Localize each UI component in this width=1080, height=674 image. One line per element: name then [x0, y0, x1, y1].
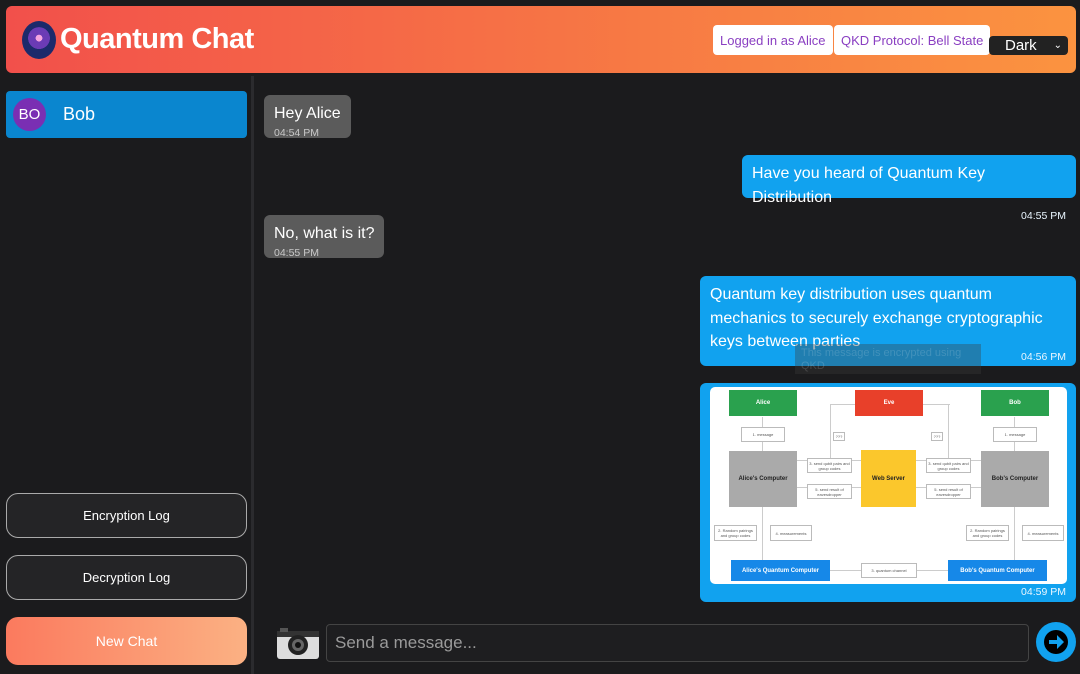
message-time: 04:54 PM [274, 126, 319, 139]
arrow-right-icon [1044, 630, 1068, 654]
new-chat-button[interactable]: New Chat [6, 617, 247, 665]
theme-select[interactable]: Dark ⌄ [989, 36, 1068, 55]
message-time: 04:55 PM [1021, 210, 1066, 222]
diagram-label: 4. measurements [770, 525, 812, 541]
encryption-tooltip: This message is encrypted using QKD [795, 344, 981, 374]
message-text: No, what is it? [274, 225, 375, 242]
avatar: BO [13, 98, 46, 131]
diagram-label: ??? [833, 432, 845, 441]
diagram-label: 5. send result of eavesdropper [807, 484, 852, 499]
qkd-diagram-image[interactable]: Alice Eve Bob 1. message 1. message ??? … [710, 387, 1067, 584]
diagram-label: ??? [931, 432, 943, 441]
diagram-label: 1. message [993, 427, 1037, 442]
diagram-label: 3. send qubit pairs and group codes [926, 458, 971, 473]
diagram-bob-quantum-computer: Bob's Quantum Computer [948, 560, 1047, 581]
encryption-log-button[interactable]: Encryption Log [6, 493, 247, 538]
send-button[interactable] [1036, 622, 1076, 662]
diagram-label: 4. measurements [1022, 525, 1064, 541]
theme-value: Dark [1005, 37, 1037, 54]
diagram-alice-computer: Alice's Computer [729, 451, 797, 507]
diagram-label: 2. Random pairings and group codes [714, 525, 757, 541]
diagram-label: 3. quantum channel [861, 563, 917, 578]
diagram-web-server: Web Server [861, 450, 916, 507]
message-time: 04:59 PM [1021, 586, 1066, 598]
sidebar: BO Bob Encryption Log Decryption Log New… [0, 76, 254, 674]
diagram-label: 2. Random pairings and group codes [966, 525, 1009, 541]
decryption-log-button[interactable]: Decryption Log [6, 555, 247, 600]
message-text: Hey Alice [274, 105, 341, 122]
message-time: 04:55 PM [274, 246, 319, 259]
message-incoming: Hey Alice 04:54 PM [264, 95, 351, 139]
app-header: Quantum Chat Logged in as Alice QKD Prot… [6, 6, 1076, 73]
diagram-label: 3. send qubit pairs and group codes [807, 458, 852, 473]
contact-name: Bob [63, 104, 96, 124]
app-title: Quantum Chat [60, 23, 254, 55]
message-text: Have you heard of Quantum Key Distributi… [752, 165, 986, 206]
message-input[interactable]: Send a message... [326, 624, 1029, 662]
quantum-chat-logo-icon [22, 20, 56, 59]
diagram-bob: Bob [981, 390, 1049, 416]
camera-icon[interactable] [276, 626, 320, 660]
message-input-placeholder: Send a message... [335, 633, 477, 652]
diagram-bob-computer: Bob's Computer [981, 451, 1049, 507]
diagram-alice: Alice [729, 390, 797, 416]
message-text: Quantum key distribution uses quantum me… [710, 286, 1043, 350]
contact-item-bob[interactable]: BO Bob [6, 91, 247, 138]
diagram-label: 1. message [741, 427, 785, 442]
diagram-eve: Eve [855, 390, 923, 416]
diagram-label: 5. send result of eavesdropper [926, 484, 971, 499]
message-incoming: No, what is it? 04:55 PM [264, 215, 385, 259]
diagram-alice-quantum-computer: Alice's Quantum Computer [731, 560, 830, 581]
logged-in-badge[interactable]: Logged in as Alice [713, 25, 833, 55]
chevron-down-icon: ⌄ [1053, 40, 1062, 51]
message-outgoing: Have you heard of Quantum Key Distributi… [742, 155, 1076, 222]
qkd-protocol-button[interactable]: QKD Protocol: Bell State [834, 25, 991, 55]
